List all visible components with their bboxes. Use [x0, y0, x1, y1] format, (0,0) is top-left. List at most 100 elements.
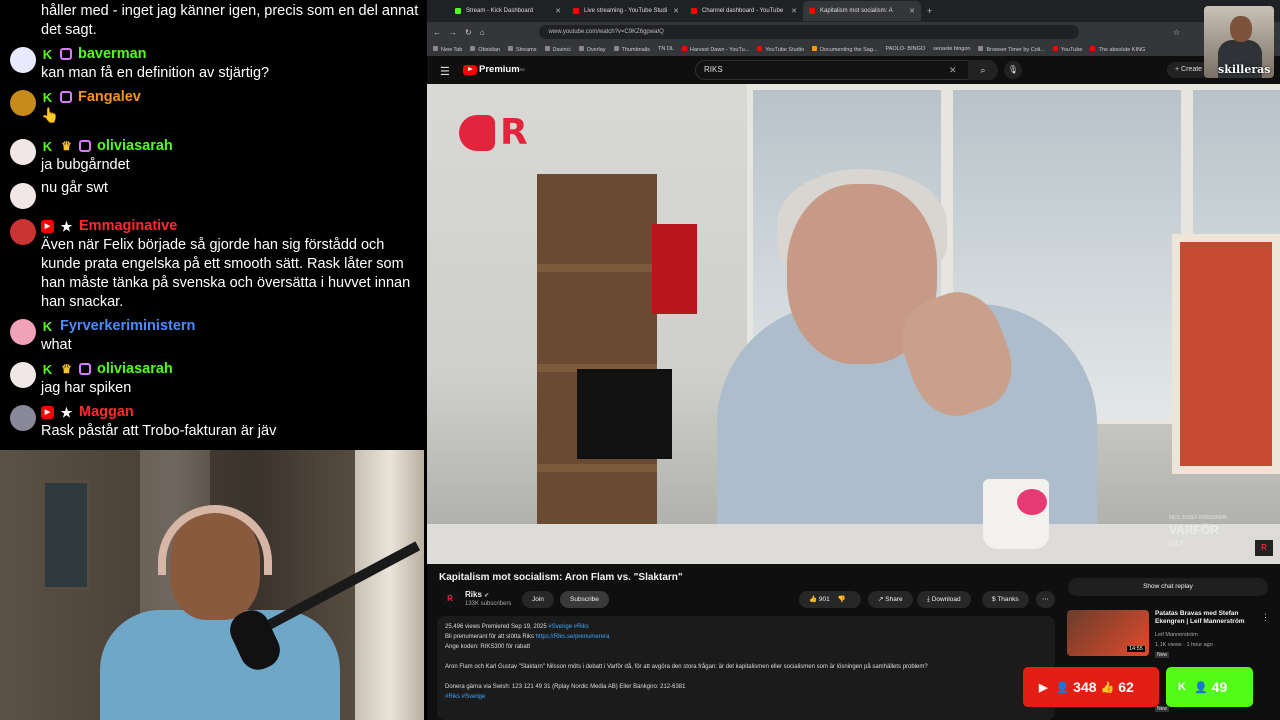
thanks-label: Thanks — [997, 596, 1019, 603]
bookmark-item[interactable]: Obsidian — [470, 45, 500, 53]
hashtag-link[interactable]: #Sverige #Riks — [548, 624, 588, 630]
bookmark-item[interactable]: Overlay — [578, 45, 606, 53]
bookmark-item[interactable]: PAOLO- BINGO — [886, 46, 926, 52]
riks-r-glyph: R — [500, 112, 528, 153]
bookmark-item[interactable]: The absolute KING — [1090, 45, 1145, 53]
books — [652, 224, 697, 314]
back-icon[interactable]: ← — [433, 28, 441, 37]
star-badge-icon: ★ — [60, 404, 73, 420]
chat-message-text: Rask påstår att Trobo-fakturan är jäv — [41, 423, 277, 439]
join-button[interactable]: Join — [522, 591, 554, 608]
bookmark-item[interactable]: New Tab — [433, 45, 462, 53]
youtube-icon — [573, 8, 579, 14]
table — [427, 524, 1280, 564]
youtube-logo[interactable]: Premium SE — [463, 64, 525, 75]
subscriber-badge-icon — [60, 91, 72, 103]
bookmark-item[interactable]: Davinci — [544, 45, 571, 53]
tab-kick-dashboard[interactable]: Stream - Kick Dashboard ✕ — [449, 1, 567, 21]
new-badge: New — [1155, 706, 1170, 712]
channel-name[interactable]: Riks ✔ — [465, 590, 489, 599]
home-icon[interactable]: ⌂ — [480, 28, 485, 37]
close-icon[interactable]: ✕ — [555, 7, 561, 15]
tab-channel-dashboard[interactable]: Channel dashboard - YouTube ✕ — [685, 1, 803, 21]
download-button[interactable]: ⤓ Download — [917, 591, 971, 608]
new-badge: New — [1155, 652, 1170, 658]
bookmark-item[interactable]: senaste bingon — [933, 46, 970, 52]
watermark-line2: DÅ? — [1169, 541, 1184, 548]
youtube-badge-icon: ▶ — [41, 405, 54, 419]
search-input[interactable]: RIKS — [695, 60, 992, 80]
video-description[interactable]: 25,496 views Premiered Sep 19, 2025 #Sve… — [437, 616, 1055, 720]
chat-message: ▶ ★ Emmaginative Även när Felix började så… — [10, 216, 420, 312]
painting — [1172, 234, 1280, 474]
tab-live-streaming[interactable]: Live streaming - YouTube Studi ✕ — [567, 1, 685, 21]
chat-message: nu går swt — [10, 179, 420, 209]
thumbs-down-icon[interactable]: 👎 — [838, 596, 846, 603]
subscriber-badge-icon — [60, 48, 72, 60]
channel-avatar[interactable]: R — [441, 590, 459, 608]
bookmark-item[interactable]: Documenting the Sag... — [812, 45, 878, 53]
avatar — [10, 139, 36, 165]
subscribe-button[interactable]: Subscribe — [560, 591, 609, 608]
description-meta: 25,496 views Premiered Sep 19, 2025 #Sve… — [445, 624, 589, 630]
bookmark-item[interactable]: YouTube — [1052, 45, 1082, 53]
subscriber-badge-icon — [79, 363, 91, 375]
bookmark-item[interactable]: Thumbnails — [613, 45, 650, 53]
streamer-body — [100, 610, 340, 720]
download-icon: ⤓ — [927, 596, 930, 603]
clear-icon[interactable]: ✕ — [949, 65, 957, 76]
close-icon[interactable]: ✕ — [791, 7, 797, 15]
tab-current-video[interactable]: Kapitalism mot socialism: A ✕ — [803, 1, 921, 21]
download-label: Download — [931, 596, 961, 603]
description-line: Aron Flam och Karl Gustav "Slaktarn" Nil… — [445, 664, 928, 670]
video-player[interactable]: R MED JOSEF KRESSNER VARFÖR DÅ? R — [427, 84, 1280, 564]
kick-icon — [455, 8, 461, 14]
search-button[interactable]: ⌕ — [968, 60, 998, 80]
address-bar[interactable]: www.youtube.com/watch?v=C9KZ6gpwaIQ — [538, 25, 1079, 39]
more-actions-button[interactable]: ⋯ — [1036, 591, 1055, 608]
channel-watermark-icon[interactable]: R — [1255, 540, 1273, 556]
chat-message: K Fyrverkeriministern what — [10, 316, 420, 355]
crown-badge-icon: ♛ — [61, 361, 72, 376]
show-chat-replay-button[interactable]: Show chat replay — [1068, 578, 1268, 596]
bookmark-item[interactable]: YouTube Studio — [757, 45, 804, 53]
share-button[interactable]: ↗ Share — [868, 591, 913, 608]
more-options-icon[interactable]: ⋮ — [1261, 612, 1270, 623]
new-tab-icon[interactable]: + — [927, 6, 932, 16]
chat-message-text: nu går swt — [41, 180, 108, 196]
close-icon[interactable]: ✕ — [673, 7, 679, 15]
avatar — [10, 319, 36, 345]
kick-stats-widget: K 👤 49 — [1166, 667, 1253, 707]
forward-icon[interactable]: → — [449, 28, 457, 37]
chat-message: K ♛ oliviasarah jag har spiken — [10, 359, 420, 398]
subscribe-link[interactable]: https://Riks.se/prenumerera — [536, 634, 610, 640]
voice-search-button[interactable]: 🎙 — [1004, 61, 1022, 79]
reload-icon[interactable]: ↻ — [465, 28, 472, 37]
kick-badge-icon: K — [42, 89, 53, 105]
avatar — [10, 405, 36, 431]
bookmark-item[interactable]: Harvest Dawn - YouTu... — [681, 45, 749, 53]
bookmark-star-icon[interactable]: ☆ — [1173, 28, 1180, 37]
avatar — [10, 219, 36, 245]
stream-layout: håller med - inget jag känner igen, prec… — [0, 0, 1280, 720]
hashtag-link[interactable]: #Riks #Sverige — [445, 692, 1047, 702]
video-title: Kapitalism mot socialism: Aron Flam vs. … — [439, 572, 683, 583]
bookmark-item[interactable]: TN DL — [658, 46, 674, 52]
browser-window: Stream - Kick Dashboard ✕ Live streaming … — [427, 0, 1280, 720]
riks-mark-icon — [459, 114, 495, 151]
kick-badge-icon: K — [42, 318, 53, 334]
tab-label: Stream - Kick Dashboard — [466, 8, 534, 14]
bookmark-item[interactable]: Browser Timer by Coli... — [978, 45, 1045, 53]
recommended-channel[interactable]: Leif Mannerström — [1155, 632, 1198, 638]
show-watermark: MED JOSEF KRESSNER VARFÖR DÅ? — [1169, 512, 1227, 551]
like-button[interactable]: 👍 901 👎 — [799, 591, 861, 608]
bookmark-item[interactable]: Streams — [508, 45, 537, 53]
chat-username: Fangalev — [78, 89, 141, 105]
recommended-title[interactable]: Patatas Bravas med Stefan Ekengren | Lei… — [1155, 610, 1255, 626]
chat-message-text: ja bubgårndet — [41, 157, 130, 173]
shelf-board — [537, 464, 657, 472]
menu-icon[interactable]: ☰ — [440, 65, 450, 78]
books — [577, 369, 672, 459]
close-icon[interactable]: ✕ — [909, 7, 915, 15]
thanks-button[interactable]: $ Thanks — [982, 591, 1029, 608]
